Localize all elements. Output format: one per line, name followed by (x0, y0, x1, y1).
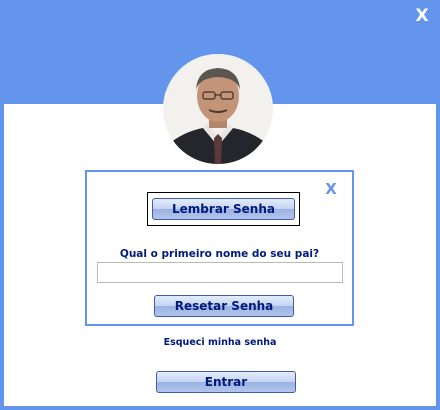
security-answer-input[interactable] (97, 262, 343, 283)
reset-password-button[interactable]: Resetar Senha (154, 295, 294, 317)
security-question-label: Qual o primeiro nome do seu pai? (119, 248, 320, 260)
avatar (163, 54, 273, 164)
login-button[interactable]: Entrar (156, 371, 296, 393)
user-photo-icon (163, 54, 273, 164)
remember-password-button[interactable]: Lembrar Senha (152, 198, 295, 220)
forgot-password-link[interactable]: Esqueci minha senha (0, 337, 440, 348)
password-recovery-dialog: X Lembrar Senha Qual o primeiro nome do … (85, 170, 354, 326)
window-close-button[interactable]: X (413, 5, 431, 27)
dialog-close-button[interactable]: X (323, 179, 339, 199)
